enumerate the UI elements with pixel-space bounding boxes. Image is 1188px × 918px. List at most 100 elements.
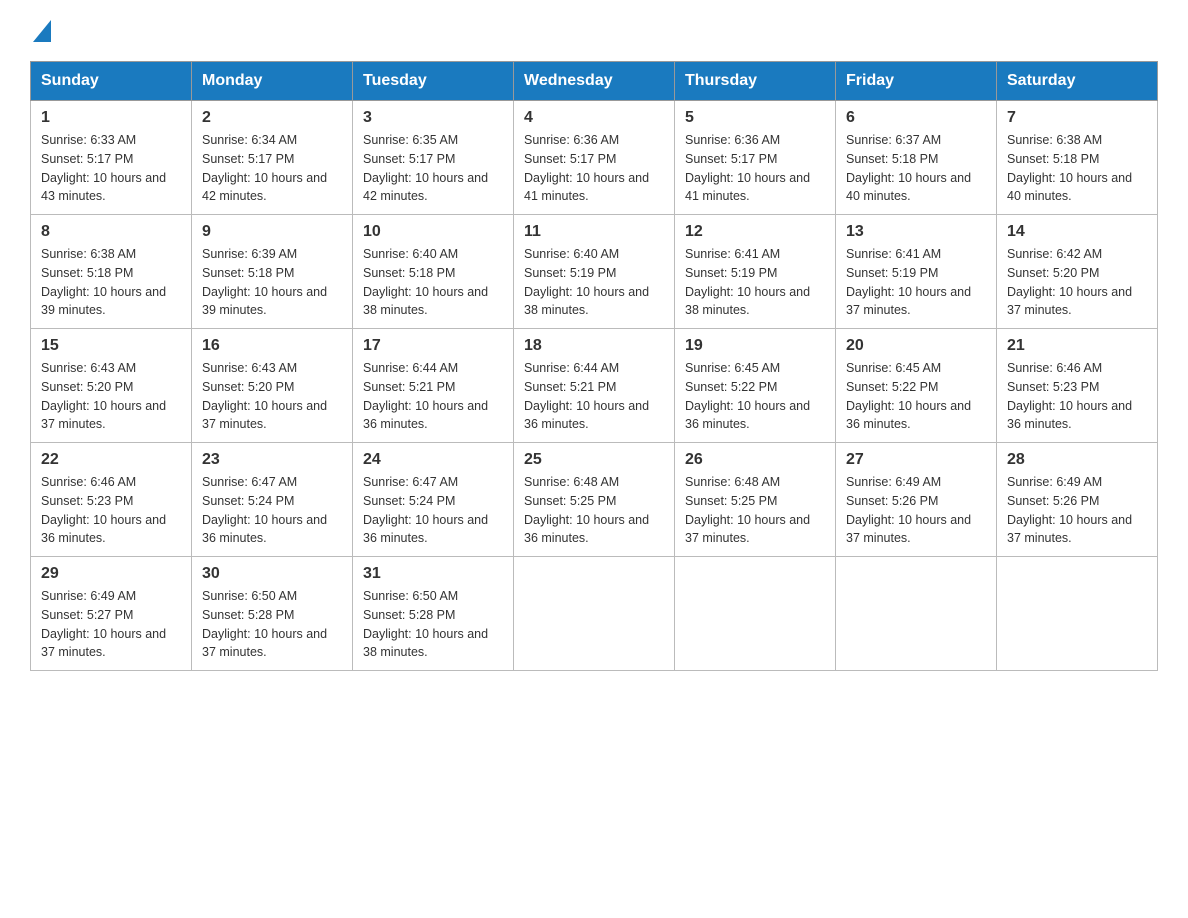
sunrise-label: Sunrise: 6:36 AM: [685, 133, 780, 147]
calendar-cell: 12 Sunrise: 6:41 AM Sunset: 5:19 PM Dayl…: [675, 215, 836, 329]
day-info: Sunrise: 6:49 AM Sunset: 5:26 PM Dayligh…: [1007, 473, 1147, 548]
day-info: Sunrise: 6:41 AM Sunset: 5:19 PM Dayligh…: [685, 245, 825, 320]
sunrise-label: Sunrise: 6:35 AM: [363, 133, 458, 147]
sunset-label: Sunset: 5:27 PM: [41, 608, 133, 622]
week-row-2: 8 Sunrise: 6:38 AM Sunset: 5:18 PM Dayli…: [31, 215, 1158, 329]
day-info: Sunrise: 6:41 AM Sunset: 5:19 PM Dayligh…: [846, 245, 986, 320]
sunset-label: Sunset: 5:20 PM: [1007, 266, 1099, 280]
day-number: 1: [41, 109, 181, 127]
day-info: Sunrise: 6:35 AM Sunset: 5:17 PM Dayligh…: [363, 131, 503, 206]
sunset-label: Sunset: 5:22 PM: [685, 380, 777, 394]
sunset-label: Sunset: 5:21 PM: [524, 380, 616, 394]
sunrise-label: Sunrise: 6:44 AM: [524, 361, 619, 375]
sunrise-label: Sunrise: 6:40 AM: [363, 247, 458, 261]
sunset-label: Sunset: 5:28 PM: [202, 608, 294, 622]
day-info: Sunrise: 6:34 AM Sunset: 5:17 PM Dayligh…: [202, 131, 342, 206]
day-info: Sunrise: 6:48 AM Sunset: 5:25 PM Dayligh…: [685, 473, 825, 548]
sunset-label: Sunset: 5:17 PM: [41, 152, 133, 166]
sunset-label: Sunset: 5:23 PM: [41, 494, 133, 508]
sunset-label: Sunset: 5:26 PM: [1007, 494, 1099, 508]
sunrise-label: Sunrise: 6:47 AM: [363, 475, 458, 489]
day-info: Sunrise: 6:48 AM Sunset: 5:25 PM Dayligh…: [524, 473, 664, 548]
calendar-cell: 19 Sunrise: 6:45 AM Sunset: 5:22 PM Dayl…: [675, 329, 836, 443]
calendar-cell: 2 Sunrise: 6:34 AM Sunset: 5:17 PM Dayli…: [192, 101, 353, 215]
column-header-saturday: Saturday: [997, 62, 1158, 101]
daylight-label: Daylight: 10 hours and 36 minutes.: [846, 399, 971, 432]
day-info: Sunrise: 6:37 AM Sunset: 5:18 PM Dayligh…: [846, 131, 986, 206]
day-info: Sunrise: 6:49 AM Sunset: 5:26 PM Dayligh…: [846, 473, 986, 548]
day-number: 20: [846, 337, 986, 355]
daylight-label: Daylight: 10 hours and 41 minutes.: [685, 171, 810, 204]
sunrise-label: Sunrise: 6:41 AM: [685, 247, 780, 261]
calendar-cell: 23 Sunrise: 6:47 AM Sunset: 5:24 PM Dayl…: [192, 443, 353, 557]
day-info: Sunrise: 6:50 AM Sunset: 5:28 PM Dayligh…: [363, 587, 503, 662]
sunset-label: Sunset: 5:17 PM: [524, 152, 616, 166]
sunset-label: Sunset: 5:18 PM: [202, 266, 294, 280]
week-row-3: 15 Sunrise: 6:43 AM Sunset: 5:20 PM Dayl…: [31, 329, 1158, 443]
day-info: Sunrise: 6:49 AM Sunset: 5:27 PM Dayligh…: [41, 587, 181, 662]
daylight-label: Daylight: 10 hours and 40 minutes.: [1007, 171, 1132, 204]
sunset-label: Sunset: 5:18 PM: [846, 152, 938, 166]
daylight-label: Daylight: 10 hours and 36 minutes.: [524, 513, 649, 546]
day-number: 13: [846, 223, 986, 241]
daylight-label: Daylight: 10 hours and 37 minutes.: [846, 285, 971, 318]
sunset-label: Sunset: 5:19 PM: [524, 266, 616, 280]
daylight-label: Daylight: 10 hours and 38 minutes.: [363, 627, 488, 660]
sunrise-label: Sunrise: 6:38 AM: [1007, 133, 1102, 147]
daylight-label: Daylight: 10 hours and 42 minutes.: [363, 171, 488, 204]
calendar-cell: 28 Sunrise: 6:49 AM Sunset: 5:26 PM Dayl…: [997, 443, 1158, 557]
calendar-cell: 31 Sunrise: 6:50 AM Sunset: 5:28 PM Dayl…: [353, 557, 514, 671]
day-info: Sunrise: 6:33 AM Sunset: 5:17 PM Dayligh…: [41, 131, 181, 206]
week-row-4: 22 Sunrise: 6:46 AM Sunset: 5:23 PM Dayl…: [31, 443, 1158, 557]
daylight-label: Daylight: 10 hours and 37 minutes.: [202, 399, 327, 432]
sunrise-label: Sunrise: 6:50 AM: [363, 589, 458, 603]
calendar-cell: 18 Sunrise: 6:44 AM Sunset: 5:21 PM Dayl…: [514, 329, 675, 443]
sunrise-label: Sunrise: 6:40 AM: [524, 247, 619, 261]
daylight-label: Daylight: 10 hours and 38 minutes.: [685, 285, 810, 318]
sunrise-label: Sunrise: 6:43 AM: [41, 361, 136, 375]
sunset-label: Sunset: 5:17 PM: [363, 152, 455, 166]
sunrise-label: Sunrise: 6:44 AM: [363, 361, 458, 375]
daylight-label: Daylight: 10 hours and 37 minutes.: [1007, 513, 1132, 546]
calendar-cell: 16 Sunrise: 6:43 AM Sunset: 5:20 PM Dayl…: [192, 329, 353, 443]
sunrise-label: Sunrise: 6:34 AM: [202, 133, 297, 147]
day-number: 30: [202, 565, 342, 583]
day-number: 17: [363, 337, 503, 355]
calendar-cell: 13 Sunrise: 6:41 AM Sunset: 5:19 PM Dayl…: [836, 215, 997, 329]
daylight-label: Daylight: 10 hours and 43 minutes.: [41, 171, 166, 204]
day-info: Sunrise: 6:47 AM Sunset: 5:24 PM Dayligh…: [363, 473, 503, 548]
sunrise-label: Sunrise: 6:43 AM: [202, 361, 297, 375]
daylight-label: Daylight: 10 hours and 36 minutes.: [363, 513, 488, 546]
calendar-cell: 20 Sunrise: 6:45 AM Sunset: 5:22 PM Dayl…: [836, 329, 997, 443]
sunrise-label: Sunrise: 6:49 AM: [41, 589, 136, 603]
sunset-label: Sunset: 5:18 PM: [41, 266, 133, 280]
day-number: 31: [363, 565, 503, 583]
day-info: Sunrise: 6:47 AM Sunset: 5:24 PM Dayligh…: [202, 473, 342, 548]
sunset-label: Sunset: 5:23 PM: [1007, 380, 1099, 394]
day-info: Sunrise: 6:44 AM Sunset: 5:21 PM Dayligh…: [363, 359, 503, 434]
daylight-label: Daylight: 10 hours and 39 minutes.: [202, 285, 327, 318]
calendar-cell: 17 Sunrise: 6:44 AM Sunset: 5:21 PM Dayl…: [353, 329, 514, 443]
daylight-label: Daylight: 10 hours and 36 minutes.: [685, 399, 810, 432]
daylight-label: Daylight: 10 hours and 41 minutes.: [524, 171, 649, 204]
sunrise-label: Sunrise: 6:50 AM: [202, 589, 297, 603]
sunset-label: Sunset: 5:20 PM: [41, 380, 133, 394]
sunset-label: Sunset: 5:19 PM: [846, 266, 938, 280]
day-info: Sunrise: 6:45 AM Sunset: 5:22 PM Dayligh…: [846, 359, 986, 434]
calendar-cell: 26 Sunrise: 6:48 AM Sunset: 5:25 PM Dayl…: [675, 443, 836, 557]
calendar-cell: 7 Sunrise: 6:38 AM Sunset: 5:18 PM Dayli…: [997, 101, 1158, 215]
calendar-cell: [514, 557, 675, 671]
day-info: Sunrise: 6:40 AM Sunset: 5:19 PM Dayligh…: [524, 245, 664, 320]
day-number: 9: [202, 223, 342, 241]
calendar-cell: 9 Sunrise: 6:39 AM Sunset: 5:18 PM Dayli…: [192, 215, 353, 329]
calendar-cell: 14 Sunrise: 6:42 AM Sunset: 5:20 PM Dayl…: [997, 215, 1158, 329]
day-info: Sunrise: 6:38 AM Sunset: 5:18 PM Dayligh…: [1007, 131, 1147, 206]
column-header-wednesday: Wednesday: [514, 62, 675, 101]
calendar-cell: 24 Sunrise: 6:47 AM Sunset: 5:24 PM Dayl…: [353, 443, 514, 557]
sunset-label: Sunset: 5:21 PM: [363, 380, 455, 394]
day-info: Sunrise: 6:36 AM Sunset: 5:17 PM Dayligh…: [524, 131, 664, 206]
page-header: [30, 20, 1158, 45]
sunrise-label: Sunrise: 6:39 AM: [202, 247, 297, 261]
sunset-label: Sunset: 5:24 PM: [202, 494, 294, 508]
calendar-cell: [675, 557, 836, 671]
